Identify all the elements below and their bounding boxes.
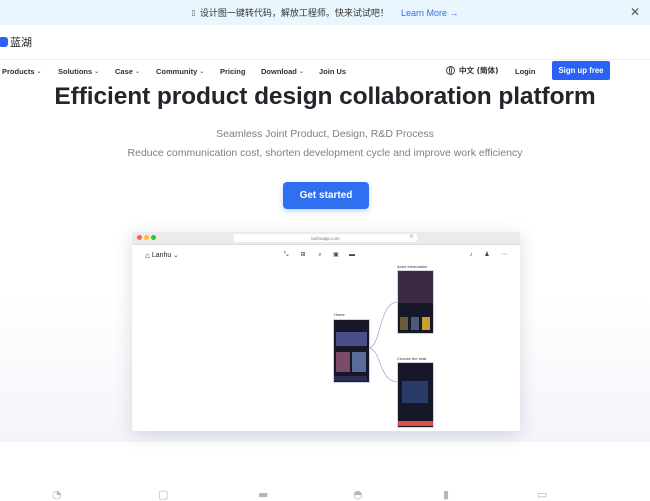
- header: 蓝湖: [0, 25, 650, 59]
- info-icon: ▯: [191, 8, 196, 17]
- nav-label: Download: [261, 67, 297, 76]
- main-nav: Products ⌄ Solutions ⌄ Case ⌄ Community ⌄ Pr…: [0, 59, 650, 83]
- partner-logo: ▬: [258, 488, 269, 501]
- partner-logo: ◓: [353, 488, 363, 501]
- nav-item-pricing[interactable]: Pricing: [220, 67, 245, 76]
- hero-title: Efficient product design collaboration p…: [54, 83, 596, 110]
- chevron-down-icon: ⌄: [94, 69, 100, 75]
- nav-item-solutions[interactable]: Solutions ⌄: [58, 67, 99, 76]
- banner-thumb: [336, 332, 367, 346]
- artboard-actor-info: [397, 270, 434, 334]
- seat-map: [402, 381, 428, 403]
- nav-item-community[interactable]: Community ⌄: [156, 67, 204, 76]
- signup-button[interactable]: Sign up free: [552, 61, 610, 80]
- logo-text: 蓝湖: [10, 36, 32, 49]
- get-started-button[interactable]: Get started: [283, 182, 369, 209]
- chevron-down-icon: ⌄: [134, 69, 140, 75]
- film-thumb: [411, 317, 419, 330]
- nav-label: Solutions: [58, 67, 93, 76]
- banner-message: 设计图一键转代码，解放工程师。快来试试吧！: [199, 9, 389, 19]
- login-link[interactable]: Login: [515, 67, 535, 76]
- artboard-choose-seat: [397, 362, 434, 428]
- close-icon[interactable]: ✕: [630, 5, 640, 19]
- nav-item-join-us[interactable]: Join Us: [319, 67, 346, 76]
- nav-label: Join Us: [319, 67, 347, 76]
- globe-icon: [446, 66, 455, 75]
- language-label: 中文 (简体): [459, 66, 499, 75]
- language-selector[interactable]: 中文 (简体): [446, 65, 498, 76]
- artboard-label-home: Home: [334, 312, 345, 317]
- logo[interactable]: 蓝湖: [0, 34, 32, 50]
- partner-logos: ◔ ▢ ▬ ◓ ▮ ▭: [0, 488, 650, 501]
- hero-subtitle: Seamless Joint Product, Design, R&D Proc…: [216, 128, 434, 140]
- artboard-label-actor: Actor information: [397, 264, 428, 269]
- nav-label: Products: [2, 67, 35, 76]
- hero-description: Reduce communication cost, shorten devel…: [127, 147, 523, 159]
- partner-logo: ◔: [52, 488, 62, 501]
- nav-label: Community: [156, 67, 198, 76]
- chevron-down-icon: ⌄: [36, 69, 42, 75]
- actor-photo: [398, 271, 433, 303]
- partner-logo: ▭: [537, 488, 548, 501]
- artboard-label-seat: Choose the seat: [397, 356, 427, 361]
- product-preview-window: lanhuapp.com ↻ ⌂ Lanhu ⌄ ⤡ ⊞ ⌕ ▣ ▬ ♪ ♟ ⋯…: [132, 232, 520, 431]
- chevron-down-icon: ⌄: [199, 69, 205, 75]
- announcement-banner: ▯ 设计图一键转代码，解放工程师。快来试试吧！ Learn More → ✕: [0, 0, 650, 25]
- nav-item-case[interactable]: Case ⌄: [115, 67, 140, 76]
- confirm-bar: [398, 421, 433, 426]
- film-thumb: [400, 317, 408, 330]
- partner-logo: ▮: [443, 488, 450, 501]
- learn-more-link[interactable]: Learn More →: [401, 8, 459, 18]
- chevron-down-icon: ⌄: [298, 69, 304, 75]
- flow-connectors: [367, 301, 399, 383]
- artboard-home: [333, 319, 370, 383]
- nav-item-download[interactable]: Download ⌄: [261, 67, 304, 76]
- film-thumb: [422, 317, 430, 330]
- poster-thumb: [336, 352, 350, 372]
- partner-logo: ▢: [158, 488, 169, 501]
- nav-label: Pricing: [220, 67, 246, 76]
- nav-item-products[interactable]: Products ⌄: [2, 67, 42, 76]
- tab-bar: [334, 376, 367, 381]
- poster-thumb: [352, 352, 366, 372]
- logo-mark-icon: [0, 37, 8, 47]
- nav-label: Case: [115, 67, 133, 76]
